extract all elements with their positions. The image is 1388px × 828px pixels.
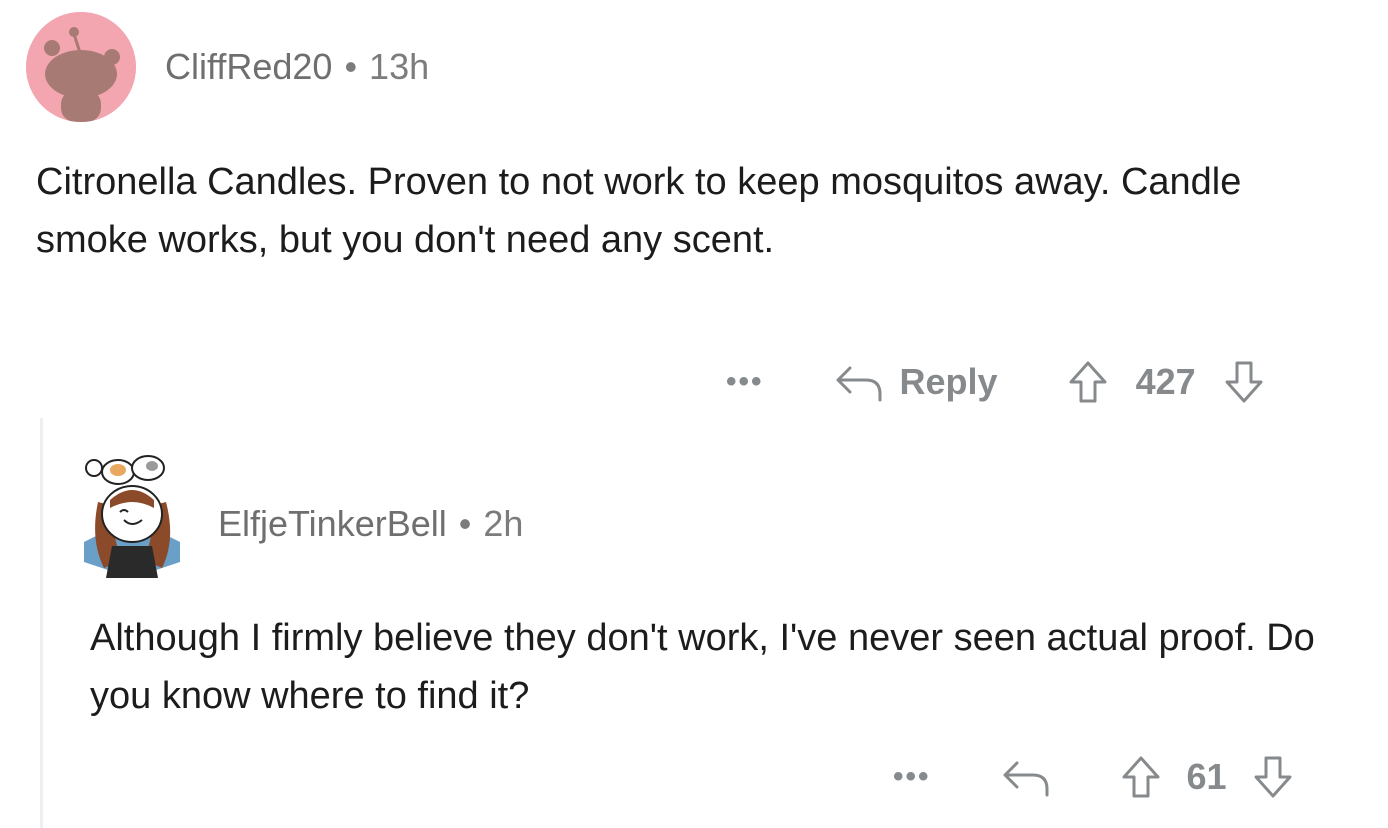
reply-age: 2h	[483, 503, 524, 544]
reply-body: Although I firmly believe they don't wor…	[90, 617, 1315, 717]
reply-meta-separator: •	[458, 503, 472, 544]
comment-meta: CliffRed20 • 13h	[165, 46, 429, 88]
reply-arrow-icon[interactable]	[1001, 757, 1051, 797]
reply-arrow-icon	[834, 362, 884, 402]
reply-vote-score: 61	[1186, 756, 1227, 797]
reply-vote-controls: 61	[1121, 755, 1293, 799]
snoo-avatar-icon	[26, 12, 136, 122]
upvote-arrow-icon[interactable]	[1121, 755, 1161, 799]
vote-controls: 427	[1068, 360, 1264, 404]
downvote-arrow-icon[interactable]	[1253, 755, 1293, 799]
more-options-button[interactable]: •••	[726, 365, 764, 399]
author-name[interactable]: CliffRed20	[165, 46, 332, 87]
reply-label: Reply	[899, 361, 998, 402]
reply-actions: ••• 61	[893, 755, 1293, 799]
reply-button[interactable]: Reply	[834, 361, 998, 403]
meta-separator: •	[344, 46, 358, 87]
reply-author-name[interactable]: ElfjeTinkerBell	[218, 503, 447, 544]
thread-line[interactable]	[40, 418, 43, 828]
comment-age: 13h	[369, 46, 430, 87]
comment-body: Citronella Candles. Proven to not work t…	[36, 161, 1242, 261]
cat-girl-avatar-icon	[84, 455, 180, 578]
reply-avatar[interactable]	[80, 450, 185, 580]
reply-meta: ElfjeTinkerBell • 2h	[218, 503, 523, 545]
avatar[interactable]	[26, 12, 136, 122]
downvote-arrow-icon[interactable]	[1224, 360, 1264, 404]
reply-more-options-button[interactable]: •••	[893, 760, 931, 794]
comment-actions: ••• Reply 427	[726, 360, 1264, 404]
upvote-arrow-icon[interactable]	[1068, 360, 1108, 404]
vote-score: 427	[1135, 361, 1196, 402]
